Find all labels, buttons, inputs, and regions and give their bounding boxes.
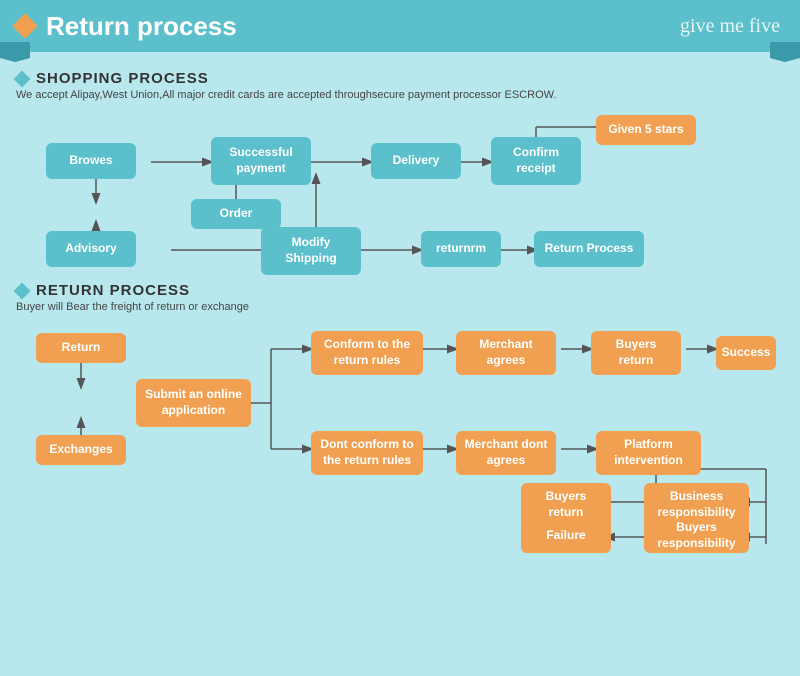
given-5-stars-box: Given 5 stars <box>596 115 696 145</box>
header-logo: give me five <box>680 15 780 38</box>
return-process-box: Return Process <box>534 231 644 267</box>
buyers-responsibility-box: Buyers responsibility <box>644 519 749 553</box>
shopping-title: SHOPPING PROCESS <box>36 70 209 87</box>
advisory-box: Advisory <box>46 231 136 267</box>
page-title: Return process <box>46 11 237 42</box>
failure-box: Failure <box>521 519 611 553</box>
return-title: RETURN PROCESS <box>36 282 190 299</box>
merchant-dont-agrees-box: Merchant dont agrees <box>456 431 556 475</box>
shopping-flow-diagram: Browes Successful payment Delivery Confi… <box>16 107 776 282</box>
page-header: Return process give me five <box>0 0 800 52</box>
conform-rules-box: Conform to the return rules <box>311 331 423 375</box>
order-box: Order <box>191 199 281 229</box>
delivery-box: Delivery <box>371 143 461 179</box>
success-box: Success <box>716 336 776 370</box>
shopping-section-header: SHOPPING PROCESS <box>16 70 784 87</box>
buyers-return-top-box: Buyers return <box>591 331 681 375</box>
submit-application-box[interactable]: Submit an online application <box>136 379 251 427</box>
return-button-box[interactable]: Return <box>36 333 126 363</box>
returnrm-box: returnrm <box>421 231 501 267</box>
return-section-header: RETURN PROCESS <box>16 282 784 299</box>
return-flow-diagram: Return Submit an online application Exch… <box>16 319 776 559</box>
dont-conform-rules-box: Dont conform to the return rules <box>311 431 423 475</box>
successful-payment-box: Successful payment <box>211 137 311 185</box>
browes-box: Browes <box>46 143 136 179</box>
header-diamond-icon <box>12 13 37 38</box>
exchanges-box[interactable]: Exchanges <box>36 435 126 465</box>
return-diamond-icon <box>14 282 31 299</box>
merchant-agrees-box: Merchant agrees <box>456 331 556 375</box>
shopping-desc: We accept Alipay,West Union,All major cr… <box>16 89 784 101</box>
modify-shipping-box: Modify Shipping <box>261 227 361 275</box>
shopping-diamond-icon <box>14 70 31 87</box>
return-desc: Buyer will Bear the freight of return or… <box>16 301 784 313</box>
ribbon-right-icon <box>770 42 800 62</box>
main-content: SHOPPING PROCESS We accept Alipay,West U… <box>0 52 800 569</box>
confirm-receipt-box: Confirm receipt <box>491 137 581 185</box>
ribbon-left-icon <box>0 42 30 62</box>
platform-intervention-box: Platform intervention <box>596 431 701 475</box>
